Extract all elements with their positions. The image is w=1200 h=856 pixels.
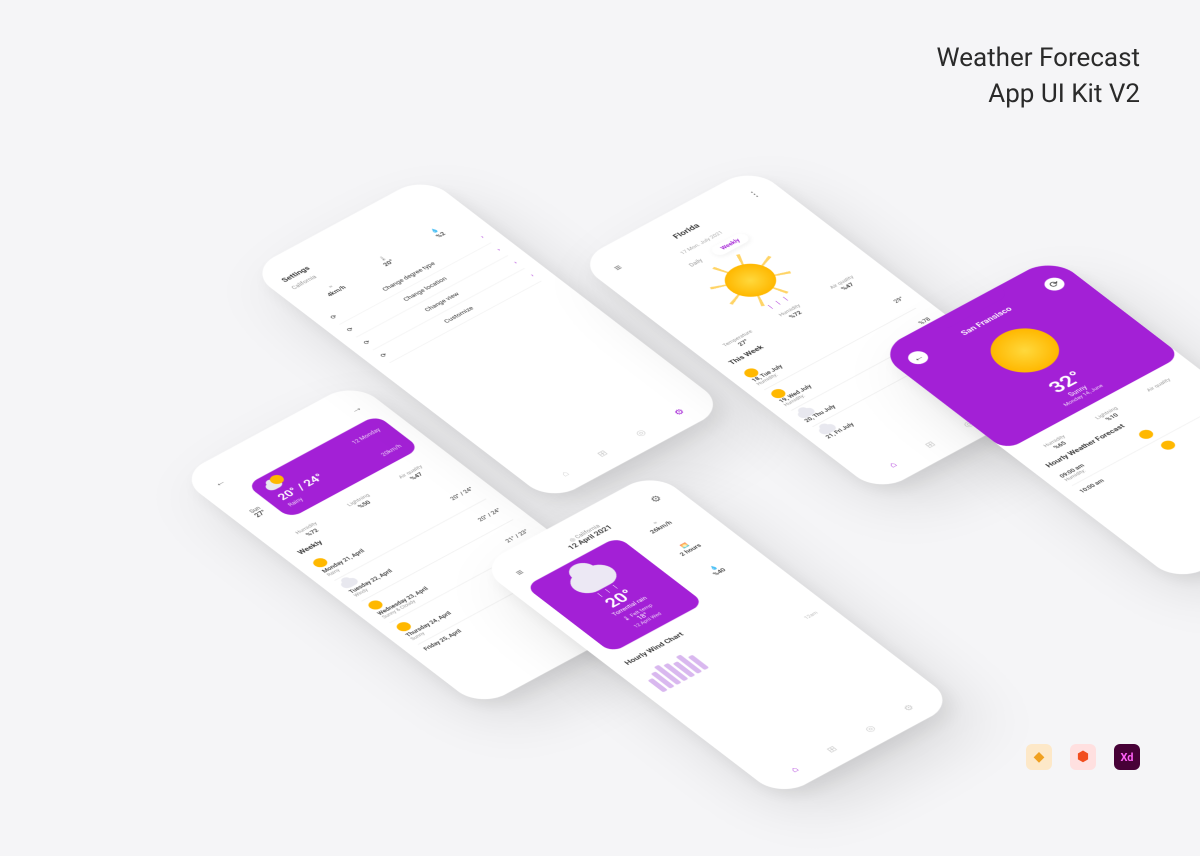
- nav-home-icon[interactable]: ⌂: [559, 469, 572, 478]
- nav-grid-icon[interactable]: ⊞: [595, 449, 610, 459]
- sun-icon: [1158, 439, 1178, 452]
- title-line-1: Weather Forecast: [937, 43, 1140, 73]
- tool-icons: ◆ ⬢ Xd: [1026, 744, 1140, 770]
- figma-icon: ⬢: [1070, 744, 1096, 770]
- menu-icon[interactable]: ≡: [604, 259, 632, 277]
- nav-grid-icon[interactable]: ⊞: [922, 440, 937, 450]
- chevron-right-icon: ›: [528, 272, 536, 277]
- sun-icon: [1136, 428, 1156, 441]
- product-title: Weather Forecast App UI Kit V2: [937, 40, 1140, 113]
- bottom-nav: ⌂ ⊞ ◎ ⚙: [755, 684, 950, 793]
- nav-location-icon[interactable]: ◎: [633, 428, 649, 438]
- title-line-2: App UI Kit V2: [988, 79, 1140, 109]
- settings-icon[interactable]: ⚙: [642, 490, 670, 508]
- chevron-right-icon: ›: [512, 260, 520, 265]
- chevron-right-icon: ›: [495, 247, 503, 252]
- chevron-right-icon: ›: [478, 234, 486, 239]
- bottom-nav: ⌂ ⊞ ◎ ⚙: [526, 388, 721, 497]
- back-icon[interactable]: ←: [206, 474, 234, 492]
- nav-grid-icon[interactable]: ⊞: [824, 744, 839, 754]
- xd-icon: Xd: [1114, 744, 1140, 770]
- nav-location-icon[interactable]: ◎: [862, 724, 878, 734]
- nav-home-icon[interactable]: ⌂: [788, 765, 801, 774]
- refresh-icon[interactable]: ⟳: [1040, 275, 1068, 293]
- more-icon[interactable]: ⋮: [740, 185, 768, 203]
- nav-settings-icon[interactable]: ⚙: [671, 407, 687, 417]
- location-title: Florida: [671, 222, 702, 240]
- sketch-icon: ◆: [1026, 744, 1052, 770]
- nav-settings-icon[interactable]: ⚙: [901, 703, 917, 713]
- nav-home-icon[interactable]: ⌂: [886, 460, 899, 469]
- forward-icon[interactable]: →: [342, 400, 370, 418]
